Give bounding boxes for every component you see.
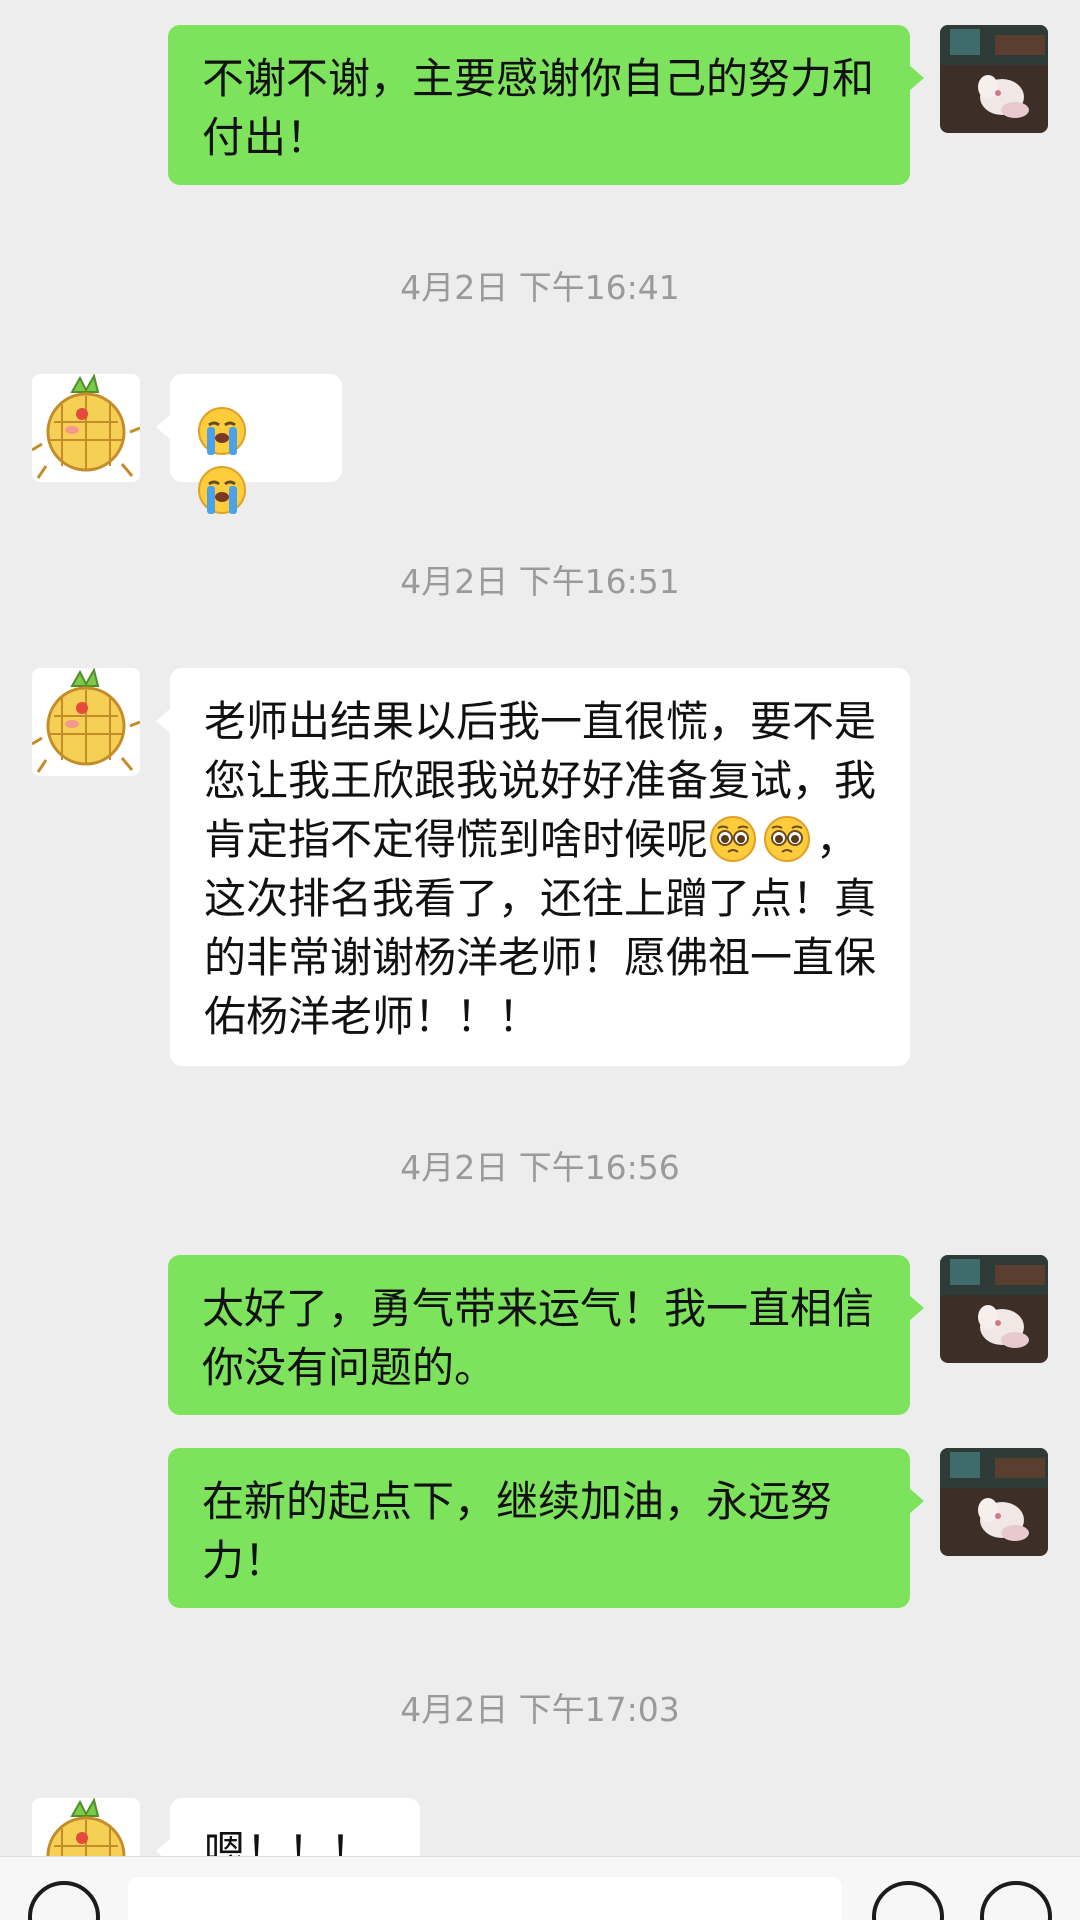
pineapple-avatar-image	[32, 374, 140, 482]
incoming-message[interactable]	[156, 374, 342, 514]
self-avatar-image	[940, 1448, 1048, 1556]
outgoing-message[interactable]: 在新的起点下，继续加油，永远努力！	[168, 1448, 924, 1608]
outgoing-message[interactable]: 太好了，勇气带来运气！我一直相信你没有问题的。	[168, 1255, 924, 1415]
pineapple-avatar-image	[32, 668, 140, 776]
message-text: 不谢不谢，主要感谢你自己的努力和付出！	[202, 54, 875, 162]
pleading-face-icon	[764, 816, 811, 862]
message-text: 在新的起点下，继续加油，永远努力！	[202, 1477, 833, 1585]
self-avatar[interactable]	[940, 1448, 1048, 1556]
incoming-message[interactable]: 老师出结果以后我一直很慌，要不是您让我王欣跟我说好好准备复试，我肯定指不定得慌到…	[156, 668, 910, 1066]
contact-avatar[interactable]	[32, 374, 140, 482]
chat-input-bar	[0, 1856, 1080, 1920]
self-avatar[interactable]	[940, 1255, 1048, 1363]
message-timestamp: 4月2日 下午16:41	[400, 268, 680, 307]
voice-icon[interactable]	[28, 1881, 100, 1920]
message-input[interactable]	[128, 1877, 842, 1920]
chat-screen: 不谢不谢，主要感谢你自己的努力和付出！ 4月2日 下午16:41 4月2日 下午…	[0, 0, 1080, 1920]
plus-icon[interactable]	[980, 1881, 1052, 1920]
self-avatar[interactable]	[940, 25, 1048, 133]
loudly-crying-face-icon	[198, 406, 246, 455]
outgoing-message[interactable]: 不谢不谢，主要感谢你自己的努力和付出！	[168, 25, 924, 185]
pleading-face-icon	[710, 816, 757, 862]
self-avatar-image	[940, 25, 1048, 133]
emoji-icon[interactable]	[872, 1881, 944, 1920]
message-timestamp: 4月2日 下午17:03	[400, 1690, 680, 1729]
message-text: 太好了，勇气带来运气！我一直相信你没有问题的。	[202, 1284, 875, 1392]
message-timestamp: 4月2日 下午16:56	[400, 1148, 680, 1187]
loudly-crying-face-icon	[198, 465, 246, 514]
self-avatar-image	[940, 1255, 1048, 1363]
contact-avatar[interactable]	[32, 668, 140, 776]
message-timestamp: 4月2日 下午16:51	[400, 562, 680, 601]
